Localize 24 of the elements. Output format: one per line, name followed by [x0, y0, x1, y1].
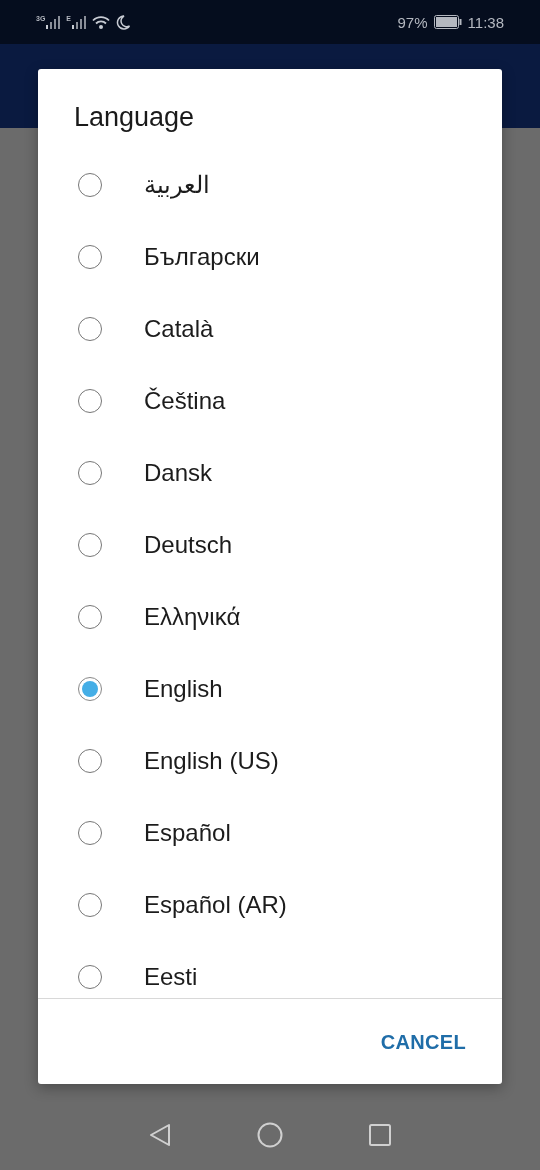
home-icon[interactable]	[257, 1122, 283, 1148]
signal-icon	[46, 15, 61, 29]
recents-icon[interactable]	[369, 1124, 391, 1146]
language-option[interactable]: Deutsch	[144, 531, 233, 559]
language-option[interactable]: Ελληνικά	[144, 603, 241, 631]
signal-icon	[72, 15, 86, 29]
language-option[interactable]: Български	[144, 243, 260, 271]
battery-icon	[433, 15, 462, 29]
language-option[interactable]: العربية	[144, 171, 210, 199]
moon-icon	[116, 14, 130, 30]
dialog-title: Language	[73, 101, 196, 134]
language-option[interactable]: English (US)	[144, 747, 279, 775]
back-icon[interactable]	[149, 1123, 171, 1147]
clock: 11:38	[467, 13, 504, 31]
language-option[interactable]: English	[144, 675, 223, 703]
language-option[interactable]: Català	[144, 315, 214, 343]
language-option[interactable]: Eesti	[144, 963, 198, 991]
language-option[interactable]: Čeština	[144, 387, 226, 415]
cancel-button[interactable]: CANCEL	[374, 1025, 472, 1060]
language-option[interactable]: Español (AR)	[144, 891, 287, 919]
language-option[interactable]: Español	[144, 819, 231, 847]
battery-percent: 97%	[397, 13, 428, 31]
language-option[interactable]: Dansk	[144, 459, 213, 487]
wifi-icon	[92, 14, 110, 30]
